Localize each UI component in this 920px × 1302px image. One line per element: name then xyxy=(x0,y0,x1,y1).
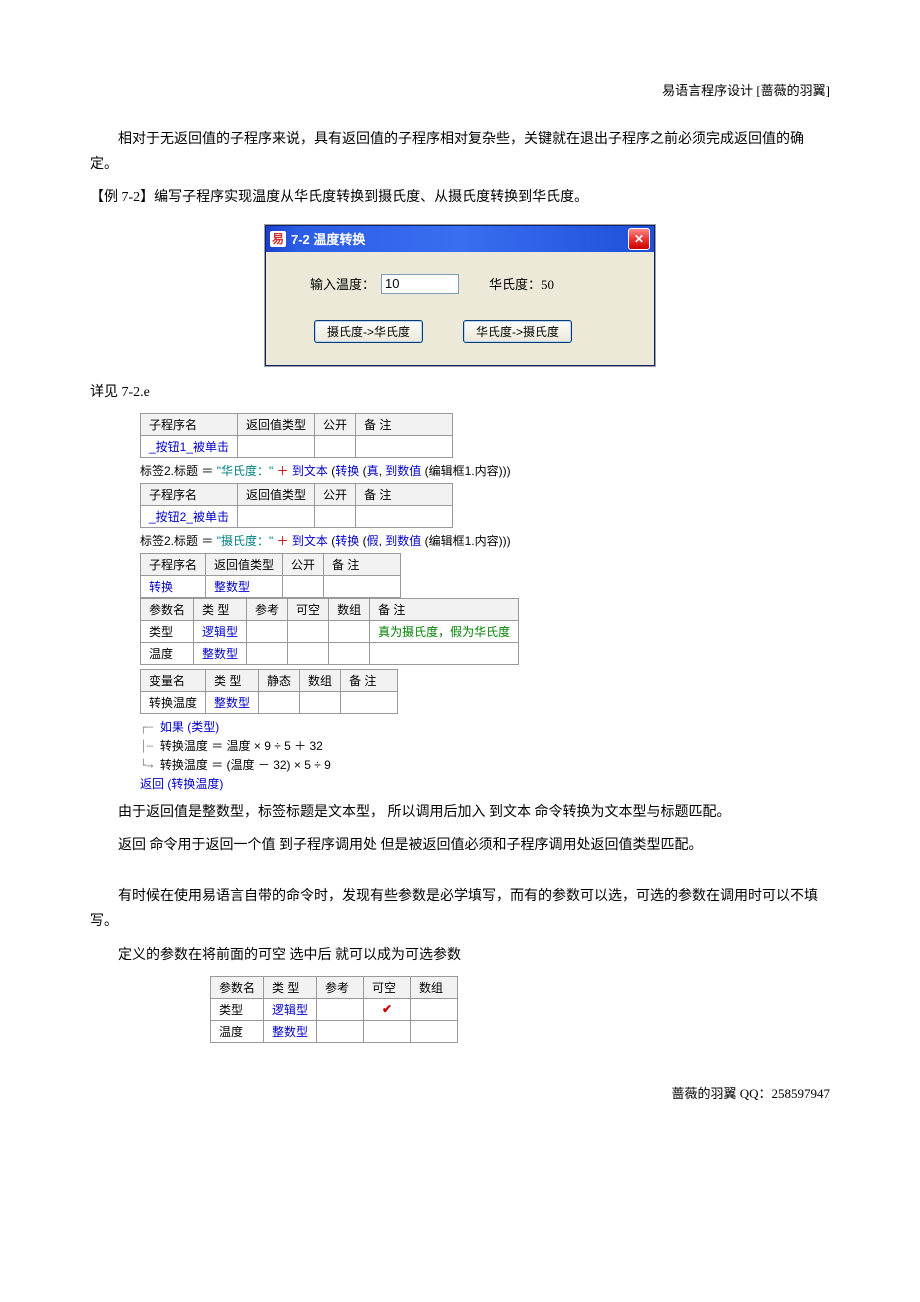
col-null: 可空 xyxy=(288,598,329,620)
col-type: 类 型 xyxy=(264,976,317,998)
col-array: 数组 xyxy=(411,976,458,998)
col-null: 可空 xyxy=(364,976,411,998)
v1-name: 转换温度 xyxy=(141,691,206,713)
result-label: 华氏度：50 xyxy=(489,274,554,293)
opt-r2-type: 整数型 xyxy=(264,1020,317,1042)
col-sub-name: 子程序名 xyxy=(141,553,206,575)
col-param-name: 参数名 xyxy=(141,598,194,620)
temperature-input[interactable] xyxy=(381,274,459,294)
input-label: 输入温度： xyxy=(310,274,375,293)
paragraph-5: 定义的参数在将前面的可空 选中后 就可以成为可选参数 xyxy=(90,943,830,968)
col-public: 公开 xyxy=(283,553,324,575)
col-remark: 备 注 xyxy=(324,553,401,575)
sub3-ret: 整数型 xyxy=(206,575,283,597)
check-icon: ✔ xyxy=(372,1002,402,1016)
col-sub-name: 子程序名 xyxy=(141,483,238,505)
col-static: 静态 xyxy=(259,669,300,691)
var-table: 变量名 类 型 静态 数组 备 注 转换温度 整数型 xyxy=(140,669,398,714)
col-public: 公开 xyxy=(315,483,356,505)
code-branch-false: └→ 转换温度 ＝ (温度 － 32) × 5 ÷ 9 xyxy=(140,756,830,773)
col-type: 类 型 xyxy=(206,669,259,691)
col-remark: 备 注 xyxy=(341,669,398,691)
example-window: 易 7-2 温度转换 ✕ 输入温度： 华氏度：50 摄氏度->华氏度 华氏度->… xyxy=(265,225,655,366)
code-block: 子程序名 返回值类型 公开 备 注 _按钮1_被单击 标签2.标题 ＝ "华氏度… xyxy=(140,413,830,792)
sub2-name: _按钮2_被单击 xyxy=(141,505,238,527)
p2-name: 温度 xyxy=(141,642,194,664)
optional-param-table: 参数名 类 型 参考 可空 数组 类型 逻辑型 ✔ 温度 整数型 xyxy=(210,976,458,1043)
p1-type: 逻辑型 xyxy=(194,620,247,642)
p2-type: 整数型 xyxy=(194,642,247,664)
col-remark: 备 注 xyxy=(356,483,453,505)
f-to-c-button[interactable]: 华氏度->摄氏度 xyxy=(463,320,572,343)
page-footer: 蔷薇的羽翼 QQ：258597947 xyxy=(90,1083,830,1102)
opt-r1-name: 类型 xyxy=(211,998,264,1020)
col-ret-type: 返回值类型 xyxy=(238,413,315,435)
col-remark: 备 注 xyxy=(356,413,453,435)
code-if: ┌┄ 如果 (类型) xyxy=(140,718,830,735)
subroutine-table-2: 子程序名 返回值类型 公开 备 注 _按钮2_被单击 xyxy=(140,483,453,528)
code-return: 返回 (转换温度) xyxy=(140,775,830,792)
paragraph-2: 由于返回值是整数型，标签标题是文本型， 所以调用后加入 到文本 命令转换为文本型… xyxy=(90,800,830,825)
window-title: 7-2 温度转换 xyxy=(291,229,628,248)
app-icon: 易 xyxy=(270,231,286,247)
col-ret-type: 返回值类型 xyxy=(238,483,315,505)
c-to-f-button[interactable]: 摄氏度->华氏度 xyxy=(314,320,423,343)
example-label: 【例 7-2】编写子程序实现温度从华氏度转换到摄氏度、从摄氏度转换到华氏度。 xyxy=(90,185,830,210)
opt-r1-type: 逻辑型 xyxy=(264,998,317,1020)
col-ref: 参考 xyxy=(317,976,364,998)
col-type: 类 型 xyxy=(194,598,247,620)
page-header: 易语言程序设计 [蔷薇的羽翼] xyxy=(90,80,830,99)
col-remark: 备 注 xyxy=(370,598,519,620)
v1-type: 整数型 xyxy=(206,691,259,713)
col-var-name: 变量名 xyxy=(141,669,206,691)
col-sub-name: 子程序名 xyxy=(141,413,238,435)
paragraph-4: 有时候在使用易语言自带的命令时，发现有些参数是必学填写，而有的参数可以选，可选的… xyxy=(90,884,830,934)
paragraph-3: 返回 命令用于返回一个值 到子程序调用处 但是被返回值必须和子程序调用处返回值类… xyxy=(90,833,830,858)
col-ret-type: 返回值类型 xyxy=(206,553,283,575)
subroutine-table-3: 子程序名 返回值类型 公开 备 注 转换 整数型 xyxy=(140,553,401,598)
see-also: 详见 7-2.e xyxy=(90,380,830,405)
close-icon[interactable]: ✕ xyxy=(628,228,650,250)
p1-remark: 真为摄氏度，假为华氏度 xyxy=(370,620,519,642)
opt-r2-name: 温度 xyxy=(211,1020,264,1042)
subroutine-table-1: 子程序名 返回值类型 公开 备 注 _按钮1_被单击 xyxy=(140,413,453,458)
param-table: 参数名 类 型 参考 可空 数组 备 注 类型 逻辑型 真为摄氏度，假为华氏度 … xyxy=(140,598,519,665)
titlebar: 易 7-2 温度转换 ✕ xyxy=(266,226,654,252)
intro-paragraph: 相对于无返回值的子程序来说，具有返回值的子程序相对复杂些，关键就在退出子程序之前… xyxy=(90,127,830,177)
document-page: 易语言程序设计 [蔷薇的羽翼] 相对于无返回值的子程序来说，具有返回值的子程序相… xyxy=(0,0,920,1142)
col-ref: 参考 xyxy=(247,598,288,620)
code-line-1: 标签2.标题 ＝ "华氏度：" ＋ 到文本 (转换 (真, 到数值 (编辑框1.… xyxy=(140,462,830,479)
code-line-2: 标签2.标题 ＝ "摄氏度：" ＋ 到文本 (转换 (假, 到数值 (编辑框1.… xyxy=(140,532,830,549)
col-array: 数组 xyxy=(300,669,341,691)
col-public: 公开 xyxy=(315,413,356,435)
col-array: 数组 xyxy=(329,598,370,620)
sub3-name: 转换 xyxy=(141,575,206,597)
p1-name: 类型 xyxy=(141,620,194,642)
code-branch-true: │┄ 转换温度 ＝ 温度 × 9 ÷ 5 ＋ 32 xyxy=(140,737,830,754)
sub1-name: _按钮1_被单击 xyxy=(141,435,238,457)
col-param-name: 参数名 xyxy=(211,976,264,998)
